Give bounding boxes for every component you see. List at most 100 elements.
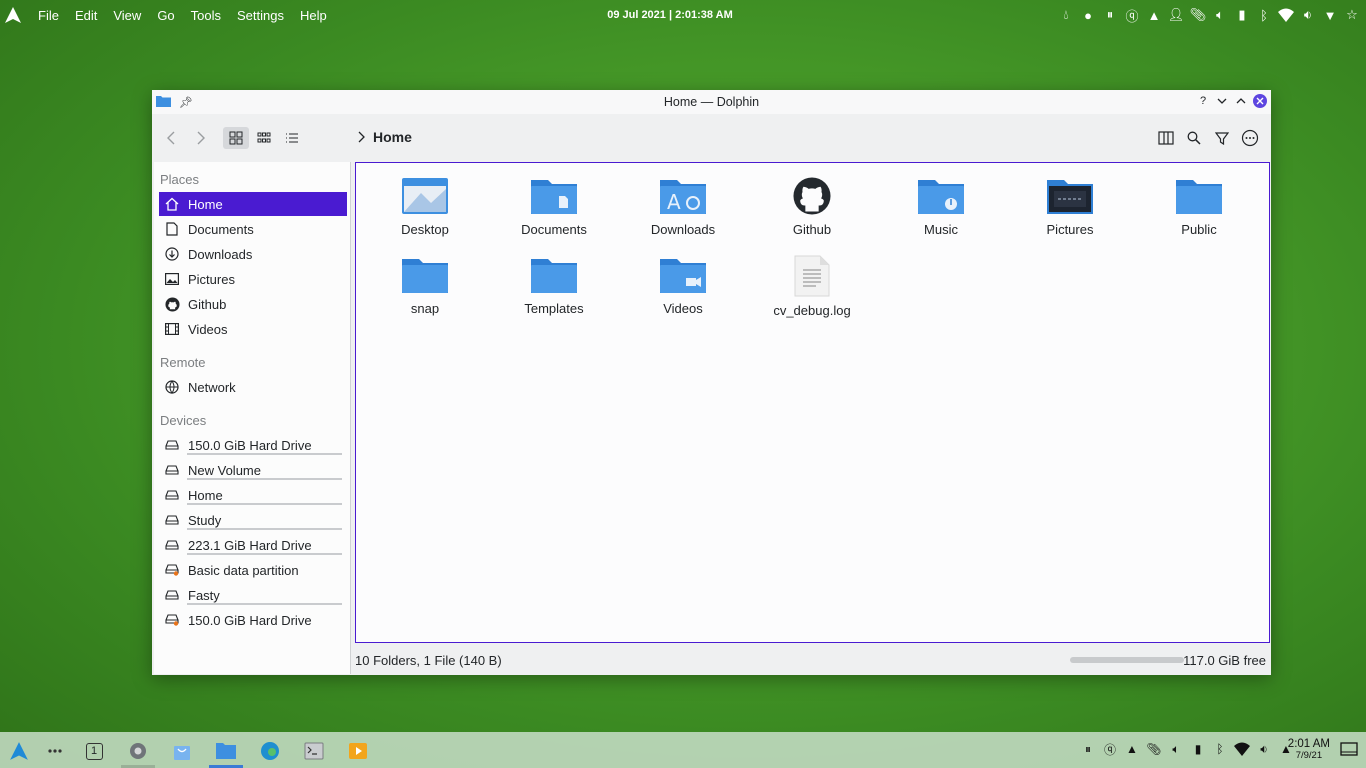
sidebar-item-home[interactable]: Home <box>159 192 347 216</box>
free-space-label[interactable]: 117.0 GiB free <box>1183 653 1266 668</box>
bluetooth-icon[interactable]: ᛒ <box>1256 7 1272 23</box>
minimize-button[interactable] <box>1215 94 1229 108</box>
sidebar-device-1[interactable]: New Volume <box>159 458 347 482</box>
sidebar-item-pictures[interactable]: Pictures <box>159 267 347 291</box>
hard-drive-icon <box>164 512 180 528</box>
sidebar-item-github[interactable]: Github <box>159 292 347 316</box>
app-launcher-icon[interactable] <box>6 738 32 764</box>
device-usage-bar <box>187 603 342 605</box>
settings-gear-icon[interactable] <box>121 738 155 768</box>
taskbar-clock[interactable]: 2:01 AM 7/9/21 <box>1288 738 1330 762</box>
help-button[interactable]: ? <box>1196 94 1210 108</box>
pause-icon[interactable]: ⏸︎ <box>1102 7 1118 23</box>
sidebar-device-5[interactable]: Basic data partition <box>159 558 347 582</box>
vlc-icon[interactable]: ▲ <box>1124 741 1140 757</box>
menu-edit[interactable]: Edit <box>67 8 105 23</box>
back-button[interactable] <box>160 127 184 149</box>
arch-logo-icon[interactable] <box>2 4 24 26</box>
sidebar-device-3[interactable]: Study <box>159 508 347 532</box>
file-view[interactable]: Desktop Documents A Downloads Github Mus… <box>355 162 1270 643</box>
file-item-desktop[interactable]: Desktop <box>370 163 480 237</box>
sidebar-device-0[interactable]: 150.0 GiB Hard Drive <box>159 433 347 457</box>
battery-icon[interactable]: ▮ <box>1190 741 1206 757</box>
hard-drive-icon <box>164 487 180 503</box>
file-item-pictures[interactable]: Pictures <box>1015 163 1125 237</box>
show-desktop-icon[interactable] <box>1340 742 1358 758</box>
arrow-down-icon[interactable]: ▼ <box>1322 7 1338 23</box>
battery-icon[interactable]: ▮ <box>1234 7 1250 23</box>
speaker-icon[interactable]: 🔉︎ <box>1300 7 1316 23</box>
hard-drive-icon <box>164 587 180 603</box>
qbittorrent-icon[interactable]: ⓠ <box>1102 741 1118 757</box>
record-icon[interactable]: ● <box>1080 7 1096 23</box>
attachment-icon[interactable]: 📎︎ <box>1146 741 1162 757</box>
compact-view-button[interactable] <box>251 127 277 149</box>
qbittorrent-icon[interactable]: ⓠ <box>1124 7 1140 24</box>
top-clock[interactable]: 09 Jul 2021 | 2:01:38 AM <box>560 9 780 21</box>
file-item-cv-debug-log[interactable]: cv_debug.log <box>757 242 867 318</box>
attachment-icon[interactable]: 📎︎ <box>1190 7 1207 23</box>
remote-header: Remote <box>160 355 206 370</box>
speaker-icon[interactable]: 🔉︎ <box>1256 741 1272 757</box>
menu-file[interactable]: File <box>30 8 67 23</box>
file-item-music[interactable]: Music <box>886 163 996 237</box>
volume-icon[interactable]: 🔈︎ <box>1168 741 1184 757</box>
terminal-icon[interactable] <box>301 738 327 764</box>
file-item-videos[interactable]: Videos <box>628 242 738 316</box>
sidebar-device-2[interactable]: Home <box>159 483 347 507</box>
virtual-desktop-pager[interactable]: 1 <box>81 738 107 764</box>
menu-view[interactable]: View <box>105 8 149 23</box>
sidebar-item-videos[interactable]: Videos <box>159 317 347 341</box>
search-icon[interactable] <box>1182 127 1206 149</box>
file-label: Desktop <box>401 222 449 237</box>
store-bag-icon[interactable] <box>169 738 195 764</box>
sidebar-device-6[interactable]: Fasty <box>159 583 347 607</box>
details-view-button[interactable] <box>279 127 305 149</box>
wifi-icon[interactable] <box>1234 741 1250 757</box>
split-view-button[interactable] <box>1154 127 1178 149</box>
maximize-button[interactable] <box>1234 94 1248 108</box>
menu-help[interactable]: Help <box>292 8 335 23</box>
vlc-icon[interactable]: ▲ <box>1146 7 1162 23</box>
sidebar-device-7[interactable]: 150.0 GiB Hard Drive <box>159 608 347 632</box>
sidebar-device-4[interactable]: 223.1 GiB Hard Drive <box>159 533 347 557</box>
breadcrumb-home[interactable]: Home <box>373 129 412 145</box>
forward-button[interactable] <box>188 127 212 149</box>
file-item-snap[interactable]: snap <box>370 242 480 316</box>
title-bar[interactable]: 📌︎ Home — Dolphin ? <box>152 90 1271 114</box>
bluetooth-icon[interactable]: ᛒ <box>1212 741 1228 757</box>
menu-settings[interactable]: Settings <box>229 8 292 23</box>
sidebar-item-downloads[interactable]: Downloads <box>159 242 347 266</box>
more-icon[interactable] <box>42 738 68 764</box>
file-item-documents[interactable]: Documents <box>499 163 609 237</box>
globe-icon <box>164 379 180 395</box>
star-icon[interactable]: ☆ <box>1344 7 1360 23</box>
file-item-downloads[interactable]: A Downloads <box>628 163 738 237</box>
drop-icon[interactable]: 💧︎ <box>1058 7 1074 23</box>
icons-view-button[interactable] <box>223 127 249 149</box>
dolphin-task-icon[interactable] <box>209 738 243 768</box>
pause-icon[interactable]: ⏸︎ <box>1080 741 1096 757</box>
wifi-icon[interactable] <box>1278 7 1294 23</box>
file-item-github[interactable]: Github <box>757 163 867 237</box>
file-item-templates[interactable]: Templates <box>499 242 609 316</box>
hard-drive-icon <box>164 437 180 453</box>
places-panel: Places Home Documents Downloads Pictures <box>154 162 351 674</box>
media-player-icon[interactable] <box>345 738 371 764</box>
sidebar-item-documents[interactable]: Documents <box>159 217 347 241</box>
close-button[interactable] <box>1253 94 1267 108</box>
github-icon <box>164 296 180 312</box>
sidebar-item-network[interactable]: Network <box>159 375 347 399</box>
file-item-public[interactable]: Public <box>1144 163 1254 237</box>
hard-drive-locked-icon <box>164 562 180 578</box>
filter-icon[interactable] <box>1210 127 1234 149</box>
edge-browser-icon[interactable] <box>257 738 283 764</box>
menu-tools[interactable]: Tools <box>183 8 229 23</box>
volume-icon[interactable]: 🔈︎ <box>1212 7 1228 23</box>
menu-go[interactable]: Go <box>149 8 182 23</box>
more-options-icon[interactable] <box>1238 127 1262 149</box>
videos-folder-icon <box>659 256 707 294</box>
breadcrumb: Home <box>357 129 412 145</box>
user-icon[interactable]: 👤︎ <box>1168 7 1185 23</box>
desktop-folder-icon <box>401 177 449 215</box>
